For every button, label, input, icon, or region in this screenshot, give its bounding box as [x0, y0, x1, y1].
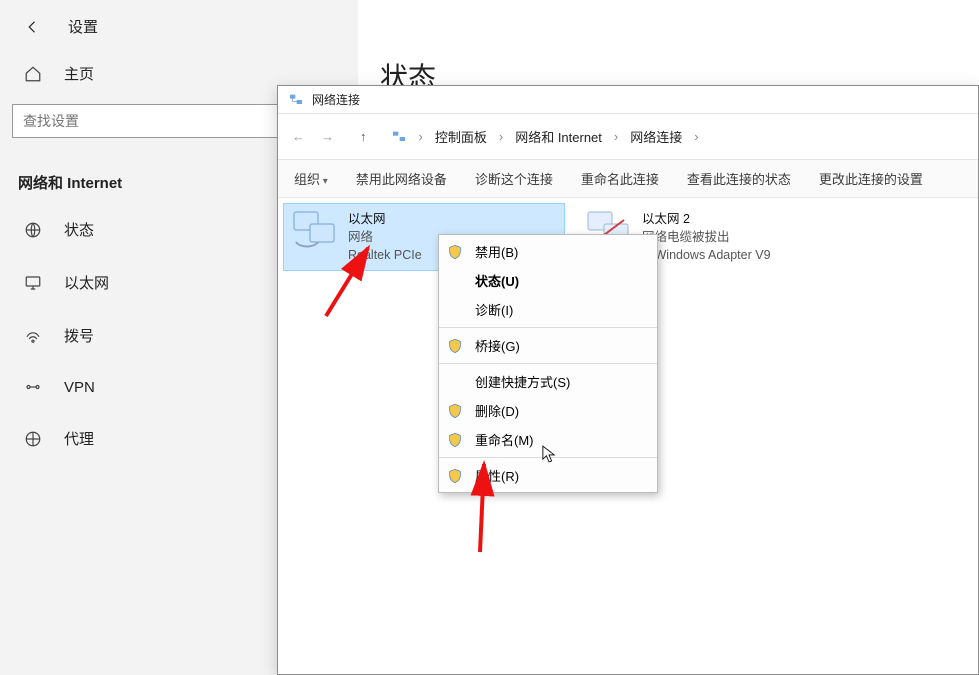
- ctx-label: 创建快捷方式(S): [475, 372, 570, 391]
- blank-icon: [447, 302, 463, 318]
- ctx-delete[interactable]: 删除(D): [439, 396, 657, 425]
- settings-title-row: 设置: [0, 0, 358, 51]
- cursor-icon: [542, 445, 556, 463]
- network-connections-window: 网络连接 ← → ↑ › 控制面板 › 网络和 Internet › 网络连接 …: [277, 85, 979, 675]
- ctx-shortcut[interactable]: 创建快捷方式(S): [439, 367, 657, 396]
- sidebar-item-label: 代理: [64, 428, 94, 449]
- crumb-network-internet[interactable]: 网络和 Internet: [515, 127, 602, 146]
- nav-back-icon[interactable]: ←: [288, 129, 309, 144]
- ctx-bridge[interactable]: 桥接(G): [439, 331, 657, 360]
- adapter-name: 以太网: [348, 210, 422, 228]
- toolbar-rename[interactable]: 重命名此连接: [581, 169, 659, 188]
- nc-address-bar: ← → ↑ › 控制面板 › 网络和 Internet › 网络连接 ›: [278, 114, 978, 160]
- adapter-name: 以太网 2: [642, 210, 771, 228]
- toolbar-view-status[interactable]: 查看此连接的状态: [687, 169, 791, 188]
- ctx-label: 诊断(I): [475, 300, 513, 319]
- ctx-disable[interactable]: 禁用(B): [439, 237, 657, 266]
- vpn-icon: [24, 378, 42, 396]
- dialup-icon: [24, 327, 42, 345]
- nc-title-text: 网络连接: [312, 91, 360, 108]
- adapter-status: 网络: [348, 228, 422, 246]
- shield-icon: [447, 338, 463, 354]
- settings-title-text: 设置: [68, 16, 98, 37]
- back-icon[interactable]: [24, 18, 42, 36]
- ctx-label: 删除(D): [475, 401, 519, 420]
- ctx-label: 禁用(B): [475, 242, 518, 261]
- crumb-network-connections[interactable]: 网络连接: [630, 127, 682, 146]
- network-icon: [288, 92, 304, 108]
- nav-up-icon[interactable]: ↑: [360, 129, 367, 144]
- proxy-icon: [24, 430, 42, 448]
- chevron-right-icon: ›: [415, 129, 427, 144]
- nc-toolbar: 组织 禁用此网络设备 诊断这个连接 重命名此连接 查看此连接的状态 更改此连接的…: [278, 160, 978, 198]
- adapter-device: P-Windows Adapter V9: [642, 246, 771, 264]
- toolbar-disable[interactable]: 禁用此网络设备: [356, 169, 447, 188]
- blank-icon: [447, 273, 463, 289]
- ctx-properties[interactable]: 属性(R): [439, 461, 657, 490]
- chevron-right-icon: ›: [610, 129, 622, 144]
- sidebar-item-label: 拨号: [64, 325, 94, 346]
- shield-icon: [447, 244, 463, 260]
- ctx-diagnose[interactable]: 诊断(I): [439, 295, 657, 324]
- network-icon: [391, 129, 407, 145]
- sidebar-item-label: VPN: [64, 379, 95, 396]
- ctx-status[interactable]: 状态(U): [439, 266, 657, 295]
- ctx-separator: [439, 363, 657, 364]
- globe-icon: [24, 221, 42, 239]
- blank-icon: [447, 374, 463, 390]
- shield-icon: [447, 432, 463, 448]
- nc-titlebar: 网络连接: [278, 86, 978, 114]
- chevron-right-icon: ›: [690, 129, 702, 144]
- adapter-status: 网络电缆被拔出: [642, 228, 771, 246]
- sidebar-item-label: 状态: [64, 219, 94, 240]
- ctx-label: 桥接(G): [475, 336, 520, 355]
- shield-icon: [447, 403, 463, 419]
- adapter-device: Realtek PCIe: [348, 246, 422, 264]
- nc-body: 以太网 网络 Realtek PCIe 以太网 2 网络电缆被拔出 P-Wind…: [278, 198, 978, 674]
- sidebar-home-label: 主页: [64, 63, 94, 84]
- ctx-separator: [439, 327, 657, 328]
- crumb-control-panel[interactable]: 控制面板: [435, 127, 487, 146]
- monitor-icon: [24, 274, 42, 292]
- adapter-icon: [290, 210, 338, 250]
- chevron-right-icon: ›: [495, 129, 507, 144]
- home-icon: [24, 65, 42, 83]
- toolbar-diagnose[interactable]: 诊断这个连接: [475, 169, 553, 188]
- toolbar-change[interactable]: 更改此连接的设置: [819, 169, 923, 188]
- ctx-label: 重命名(M): [475, 430, 534, 449]
- toolbar-organize[interactable]: 组织: [294, 169, 328, 188]
- sidebar-item-label: 以太网: [64, 272, 109, 293]
- nav-forward-icon[interactable]: →: [317, 129, 338, 144]
- shield-icon: [447, 468, 463, 484]
- ctx-label: 状态(U): [475, 271, 519, 290]
- ctx-label: 属性(R): [475, 466, 519, 485]
